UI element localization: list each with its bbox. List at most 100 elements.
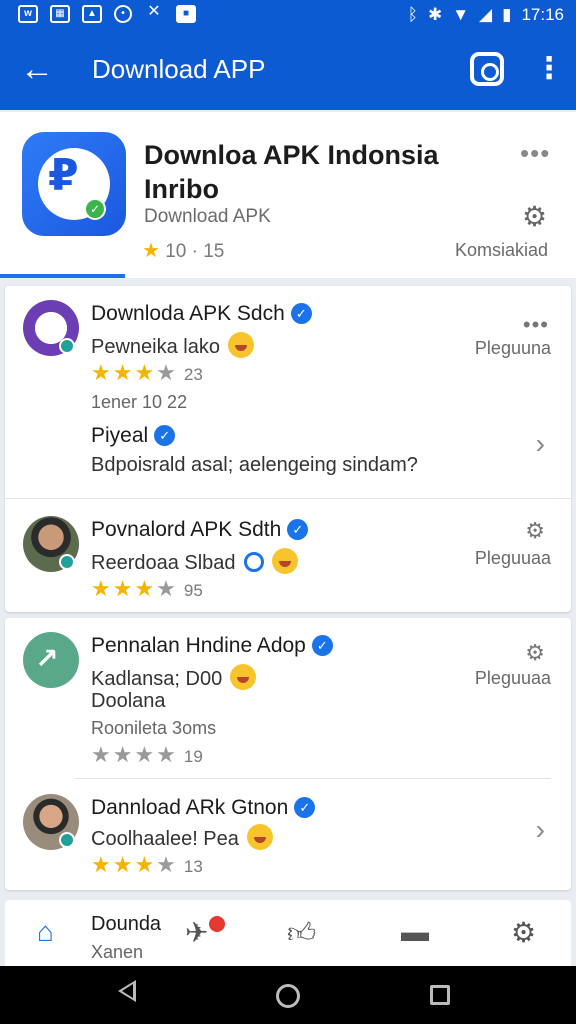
post-title-text: Pennalan Hndine Adop: [91, 634, 306, 657]
post-title-text: Povnalord APK Sdth: [91, 518, 282, 541]
post-date: 1ener 10 22: [91, 392, 188, 412]
back-arrow-icon[interactable]: ←: [20, 50, 60, 90]
page-title: Download APP: [92, 54, 266, 84]
app-bar: ← Download APP ⋮: [0, 30, 576, 110]
chevron-right-icon[interactable]: ›: [536, 428, 545, 460]
settings-icon[interactable]: ⚙: [511, 916, 536, 949]
community-link[interactable]: Komsiakiad: [455, 240, 548, 261]
rating-count: 23: [183, 365, 203, 384]
verified-check-icon: ✓: [84, 198, 106, 220]
nav-label-1: Dounda: [91, 913, 162, 935]
status-bar: w ▦ ▲ • ✕ ■ ᛒ ✱ ▼ ◢ ▮ 17:16: [0, 0, 576, 30]
sub-post-title-text: Piyeal: [91, 424, 149, 447]
more-dots-icon[interactable]: •••: [523, 312, 549, 338]
post-title-text: Downloda APK Sdch: [91, 302, 285, 325]
post-line: Kadlansa; D00: [91, 664, 257, 691]
post-title-text: Dannload ARk Gtnon: [91, 796, 289, 819]
avatar[interactable]: ↗: [23, 632, 79, 688]
post-line-text: Pewneika lako: [91, 336, 220, 358]
avatar[interactable]: [23, 794, 79, 850]
megaphone-icon[interactable]: ✈: [185, 916, 208, 949]
app-rating-value: 10 · 15: [165, 241, 225, 262]
photo-icon: ▲: [82, 5, 102, 23]
system-recents-icon[interactable]: [430, 985, 450, 1005]
overflow-menu-icon[interactable]: ⋮: [534, 52, 564, 88]
nav-label-2: Xanen: [91, 942, 144, 962]
verified-badge-icon: ✓: [154, 425, 176, 446]
camera-scan-icon[interactable]: [470, 52, 504, 86]
avatar[interactable]: [23, 516, 79, 572]
post-line-text: Reerdoaa Slbad: [91, 552, 236, 574]
post-item[interactable]: Downloda APK Sdch ✓ Pewneika lako ★★★★ 23 …: [5, 286, 571, 498]
avatar[interactable]: [23, 300, 79, 356]
notification-badge: [209, 916, 225, 932]
post-line-text: Kadlansa; D00: [91, 668, 223, 690]
sub-post-title: Piyeal ✓: [91, 424, 176, 448]
gear-icon[interactable]: ⚙: [525, 518, 545, 544]
app-name: Downloa APK Indonsia Inribo: [144, 140, 439, 204]
app-subtitle: Download APK: [144, 206, 271, 227]
post-title: Downloda APK Sdch ✓: [91, 302, 312, 326]
post-side-label[interactable]: Pleguuna: [475, 338, 551, 359]
gallery-icon: ▦: [50, 5, 70, 23]
post-card: Downloda APK Sdch ✓ Pewneika lako ★★★★ 23 …: [5, 286, 571, 612]
post-side-label[interactable]: Pleguuaa: [475, 548, 551, 569]
verified-badge-icon: ✓: [294, 797, 316, 818]
post-item[interactable]: Povnalord APK Sdth ✓ Reerdoaa Slbad ★★★★ 9…: [5, 498, 571, 612]
star-rating: ★★★★ 23: [91, 360, 203, 386]
chat-icon[interactable]: ▬: [401, 916, 429, 948]
star-half: ★: [156, 852, 178, 877]
post-item[interactable]: ↗ Pennalan Hndine Adop ✓ Kadlansa; D00 Do…: [5, 618, 571, 778]
star-half: ★: [156, 360, 178, 385]
bluetooth-icon: ✱: [427, 5, 443, 24]
verified-badge-icon: ✓: [290, 303, 312, 324]
post-side-label[interactable]: Pleguuaa: [475, 668, 551, 689]
post-title: Pennalan Hndine Adop ✓: [91, 634, 333, 658]
more-dots-icon[interactable]: •••: [520, 138, 550, 169]
app-logo-icon[interactable]: ₽ ✓: [22, 132, 126, 236]
stars-filled: ★★★: [91, 576, 157, 601]
wink-emoji-icon: [246, 824, 273, 850]
online-status-icon: [59, 338, 75, 354]
post-title: Povnalord APK Sdth ✓: [91, 518, 309, 542]
tools-icon: ✕: [147, 3, 161, 20]
wifi-icon: ▼: [452, 5, 470, 24]
system-indicators: ᛒ ✱ ▼ ◢ ▮ 17:16: [408, 5, 564, 25]
messages-icon: w: [18, 5, 38, 23]
verified-badge-icon: ✓: [287, 519, 309, 540]
chart-icon: ↗: [35, 643, 59, 674]
system-home-icon[interactable]: [276, 984, 300, 1008]
nav-label: Dounda Xanen: [91, 910, 161, 966]
online-status-icon: [59, 554, 75, 570]
system-back-icon[interactable]: [118, 980, 136, 1002]
system-navigation-bar: [0, 966, 576, 1024]
post-meta: Roonileta 3oms: [91, 718, 217, 738]
laugh-emoji-icon: [271, 548, 298, 574]
post-line: Coolhaalee! Pea: [91, 824, 273, 851]
smile-emoji-icon: [227, 332, 254, 358]
star-rating: ★★★★ 19: [91, 742, 203, 768]
stars-filled: ★★★: [91, 852, 157, 877]
bluetooth-icon: ᛒ: [407, 5, 418, 24]
thumbs-up-icon[interactable]: 👍︎: [287, 916, 316, 950]
bag-icon: ■: [176, 5, 196, 23]
smile-emoji-icon: [230, 664, 257, 690]
star-rating: ★★★★ 13: [91, 852, 203, 878]
rupiah-icon: ₽: [48, 151, 79, 200]
star-rating: ★★★★ 95: [91, 576, 203, 602]
rating-count: 95: [183, 581, 203, 600]
battery-icon: ▮: [502, 5, 512, 24]
star-icon: ★: [142, 240, 160, 262]
chevron-right-icon[interactable]: ›: [536, 814, 545, 846]
post-item[interactable]: Dannload ARk Gtnon ✓ Coolhaalee! Pea ★★★★…: [5, 778, 571, 890]
status-time: 17:16: [521, 5, 564, 24]
post-line: Pewneika lako: [91, 332, 254, 359]
clock-icon: •: [114, 5, 132, 23]
circle-icon: [243, 552, 264, 572]
home-icon[interactable]: ⌂: [37, 916, 54, 948]
stars-filled: ★★★: [91, 360, 157, 385]
active-tab-indicator: [0, 274, 125, 278]
star-half: ★: [156, 576, 178, 601]
gear-icon[interactable]: ⚙: [522, 200, 547, 233]
gear-icon[interactable]: ⚙: [525, 640, 545, 666]
